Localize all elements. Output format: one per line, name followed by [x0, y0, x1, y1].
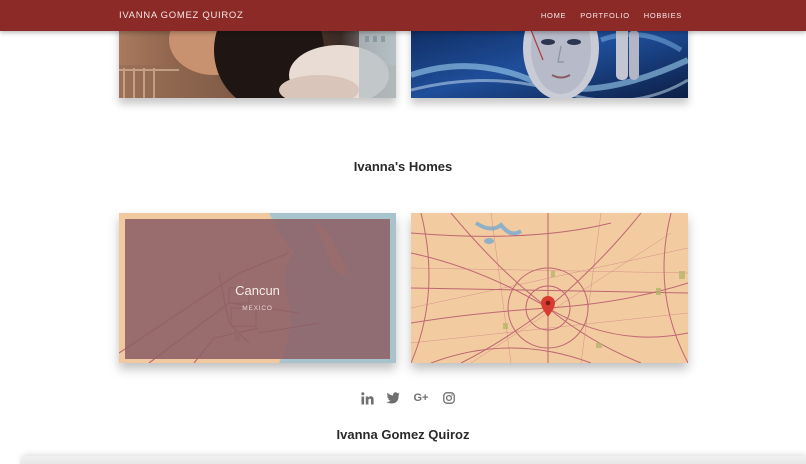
portrait-photo [119, 20, 396, 98]
photo-card-left[interactable] [119, 20, 396, 98]
linkedin-icon[interactable] [359, 390, 375, 406]
face-artwork-photo [411, 20, 688, 98]
nav-home-link[interactable]: HOME [541, 11, 566, 20]
footer-name: Ivanna Gomez Quiroz [336, 427, 470, 442]
navbar: IVANNA GOMEZ QUIROZ HOME PORTFOLIO HOBBI… [0, 0, 806, 31]
nav-hobbies-link[interactable]: HOBBIES [644, 11, 682, 20]
nav-links: HOME PORTFOLIO HOBBIES [541, 11, 682, 20]
city-road-map [411, 213, 688, 363]
page: IVANNA GOMEZ QUIROZ HOME PORTFOLIO HOBBI… [0, 0, 806, 464]
city-name: Cancun [235, 283, 280, 298]
twitter-icon[interactable] [385, 390, 401, 406]
google-plus-icon[interactable]: G+ [411, 390, 431, 406]
nav-portfolio-link[interactable]: PORTFOLIO [580, 11, 630, 20]
bottom-edge [20, 456, 806, 464]
map-card-city[interactable] [411, 213, 688, 363]
instagram-icon[interactable] [441, 390, 457, 406]
brand-link[interactable]: IVANNA GOMEZ QUIROZ [119, 10, 244, 21]
map-card-cancun[interactable]: Cancun MEXICO [119, 213, 396, 363]
social-links: G+ [359, 390, 457, 406]
country-name: MEXICO [242, 305, 273, 312]
homes-section-title: Ivanna's Homes [353, 159, 453, 174]
photo-card-right[interactable] [411, 20, 688, 98]
